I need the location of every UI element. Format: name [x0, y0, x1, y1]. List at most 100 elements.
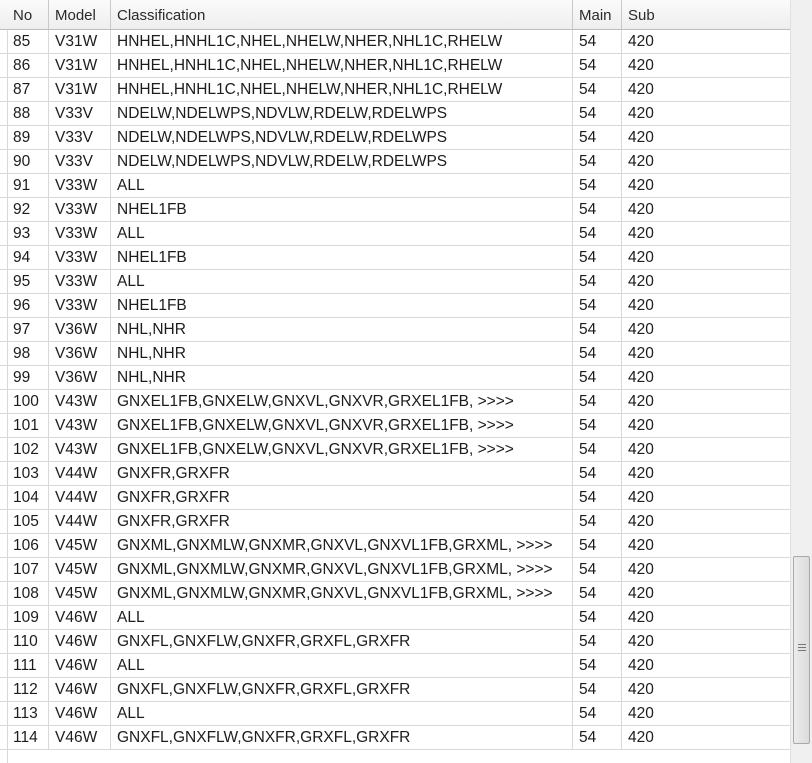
cell-model[interactable]: V33W: [49, 246, 111, 270]
cell-no[interactable]: 104: [7, 486, 49, 510]
table-row[interactable]: 105 V44W GNXFR,GRXFR 54 420: [0, 510, 790, 534]
cell-model[interactable]: V44W: [49, 510, 111, 534]
cell-main[interactable]: 54: [573, 174, 622, 198]
cell-model[interactable]: V46W: [49, 654, 111, 678]
cell-main[interactable]: 54: [573, 678, 622, 702]
cell-model[interactable]: V46W: [49, 630, 111, 654]
cell-classification[interactable]: NDELW,NDELWPS,NDVLW,RDELW,RDELWPS: [111, 102, 573, 126]
cell-model[interactable]: V45W: [49, 558, 111, 582]
column-header-no[interactable]: No: [7, 0, 49, 29]
table-row[interactable]: 96 V33W NHEL1FB 54 420: [0, 294, 790, 318]
cell-sub[interactable]: 420: [622, 414, 790, 438]
cell-sub[interactable]: 420: [622, 606, 790, 630]
cell-sub[interactable]: 420: [622, 78, 790, 102]
cell-classification[interactable]: NHL,NHR: [111, 342, 573, 366]
cell-main[interactable]: 54: [573, 30, 622, 54]
cell-classification[interactable]: ALL: [111, 270, 573, 294]
cell-model[interactable]: V33W: [49, 294, 111, 318]
table-row[interactable]: 103 V44W GNXFR,GRXFR 54 420: [0, 462, 790, 486]
cell-sub[interactable]: 420: [622, 270, 790, 294]
table-row[interactable]: 111 V46W ALL 54 420: [0, 654, 790, 678]
cell-sub[interactable]: 420: [622, 294, 790, 318]
cell-classification[interactable]: ALL: [111, 654, 573, 678]
cell-no[interactable]: 100: [7, 390, 49, 414]
cell-no[interactable]: 85: [7, 30, 49, 54]
table-row[interactable]: 87 V31W HNHEL,HNHL1C,NHEL,NHELW,NHER,NHL1C…: [0, 78, 790, 102]
cell-no[interactable]: 101: [7, 414, 49, 438]
cell-main[interactable]: 54: [573, 366, 622, 390]
cell-model[interactable]: V46W: [49, 678, 111, 702]
table-row[interactable]: 94 V33W NHEL1FB 54 420: [0, 246, 790, 270]
table-row[interactable]: 90 V33V NDELW,NDELWPS,NDVLW,RDELW,RDELWPS 5…: [0, 150, 790, 174]
cell-main[interactable]: 54: [573, 270, 622, 294]
cell-classification[interactable]: NHL,NHR: [111, 366, 573, 390]
table-row[interactable]: 112 V46W GNXFL,GNXFLW,GNXFR,GRXFL,GRXFR 54 4…: [0, 678, 790, 702]
cell-main[interactable]: 54: [573, 510, 622, 534]
cell-sub[interactable]: 420: [622, 150, 790, 174]
cell-classification[interactable]: GNXFR,GRXFR: [111, 510, 573, 534]
cell-no[interactable]: 91: [7, 174, 49, 198]
cell-sub[interactable]: 420: [622, 582, 790, 606]
table-row[interactable]: 99 V36W NHL,NHR 54 420: [0, 366, 790, 390]
cell-classification[interactable]: HNHEL,HNHL1C,NHEL,NHELW,NHER,NHL1C,RHELW: [111, 30, 573, 54]
cell-model[interactable]: V31W: [49, 30, 111, 54]
cell-sub[interactable]: 420: [622, 30, 790, 54]
cell-no[interactable]: 102: [7, 438, 49, 462]
cell-sub[interactable]: 420: [622, 126, 790, 150]
cell-no[interactable]: 99: [7, 366, 49, 390]
cell-model[interactable]: V33W: [49, 198, 111, 222]
cell-model[interactable]: V36W: [49, 366, 111, 390]
cell-main[interactable]: 54: [573, 654, 622, 678]
cell-main[interactable]: 54: [573, 462, 622, 486]
cell-no[interactable]: 94: [7, 246, 49, 270]
table-row[interactable]: 101 V43W GNXEL1FB,GNXELW,GNXVL,GNXVR,GRXEL…: [0, 414, 790, 438]
cell-sub[interactable]: 420: [622, 702, 790, 726]
table-row[interactable]: 108 V45W GNXML,GNXMLW,GNXMR,GNXVL,GNXVL1FB…: [0, 582, 790, 606]
cell-classification[interactable]: HNHEL,HNHL1C,NHEL,NHELW,NHER,NHL1C,RHELW: [111, 54, 573, 78]
cell-no[interactable]: 93: [7, 222, 49, 246]
cell-main[interactable]: 54: [573, 318, 622, 342]
cell-no[interactable]: 103: [7, 462, 49, 486]
table-row[interactable]: 107 V45W GNXML,GNXMLW,GNXMR,GNXVL,GNXVL1FB…: [0, 558, 790, 582]
table-row[interactable]: 85 V31W HNHEL,HNHL1C,NHEL,NHELW,NHER,NHL1C…: [0, 30, 790, 54]
cell-sub[interactable]: 420: [622, 630, 790, 654]
cell-main[interactable]: 54: [573, 558, 622, 582]
cell-sub[interactable]: 420: [622, 222, 790, 246]
cell-model[interactable]: V43W: [49, 390, 111, 414]
column-header-sub[interactable]: Sub: [622, 0, 790, 29]
table-row[interactable]: 97 V36W NHL,NHR 54 420: [0, 318, 790, 342]
cell-no[interactable]: 98: [7, 342, 49, 366]
cell-main[interactable]: 54: [573, 198, 622, 222]
cell-classification[interactable]: HNHEL,HNHL1C,NHEL,NHELW,NHER,NHL1C,RHELW: [111, 78, 573, 102]
cell-classification[interactable]: NHEL1FB: [111, 246, 573, 270]
cell-classification[interactable]: GNXFL,GNXFLW,GNXFR,GRXFL,GRXFR: [111, 726, 573, 750]
cell-model[interactable]: V46W: [49, 702, 111, 726]
cell-no[interactable]: 96: [7, 294, 49, 318]
cell-main[interactable]: 54: [573, 438, 622, 462]
cell-model[interactable]: V36W: [49, 318, 111, 342]
cell-classification[interactable]: GNXML,GNXMLW,GNXMR,GNXVL,GNXVL1FB,GRXML,…: [111, 582, 573, 606]
cell-no[interactable]: 105: [7, 510, 49, 534]
cell-classification[interactable]: GNXEL1FB,GNXELW,GNXVL,GNXVR,GRXEL1FB, >>…: [111, 414, 573, 438]
cell-sub[interactable]: 420: [622, 558, 790, 582]
table-row[interactable]: 113 V46W ALL 54 420: [0, 702, 790, 726]
cell-sub[interactable]: 420: [622, 510, 790, 534]
cell-sub[interactable]: 420: [622, 174, 790, 198]
table-row[interactable]: 92 V33W NHEL1FB 54 420: [0, 198, 790, 222]
cell-model[interactable]: V33V: [49, 126, 111, 150]
cell-classification[interactable]: NHEL1FB: [111, 198, 573, 222]
cell-no[interactable]: 86: [7, 54, 49, 78]
cell-main[interactable]: 54: [573, 102, 622, 126]
table-row[interactable]: 88 V33V NDELW,NDELWPS,NDVLW,RDELW,RDELWPS 5…: [0, 102, 790, 126]
cell-main[interactable]: 54: [573, 630, 622, 654]
column-header-model[interactable]: Model: [49, 0, 111, 29]
cell-classification[interactable]: ALL: [111, 702, 573, 726]
cell-no[interactable]: 97: [7, 318, 49, 342]
cell-no[interactable]: 95: [7, 270, 49, 294]
cell-sub[interactable]: 420: [622, 366, 790, 390]
column-header-main[interactable]: Main: [573, 0, 622, 29]
cell-sub[interactable]: 420: [622, 726, 790, 750]
cell-model[interactable]: V33W: [49, 174, 111, 198]
cell-classification[interactable]: ALL: [111, 174, 573, 198]
cell-sub[interactable]: 420: [622, 318, 790, 342]
